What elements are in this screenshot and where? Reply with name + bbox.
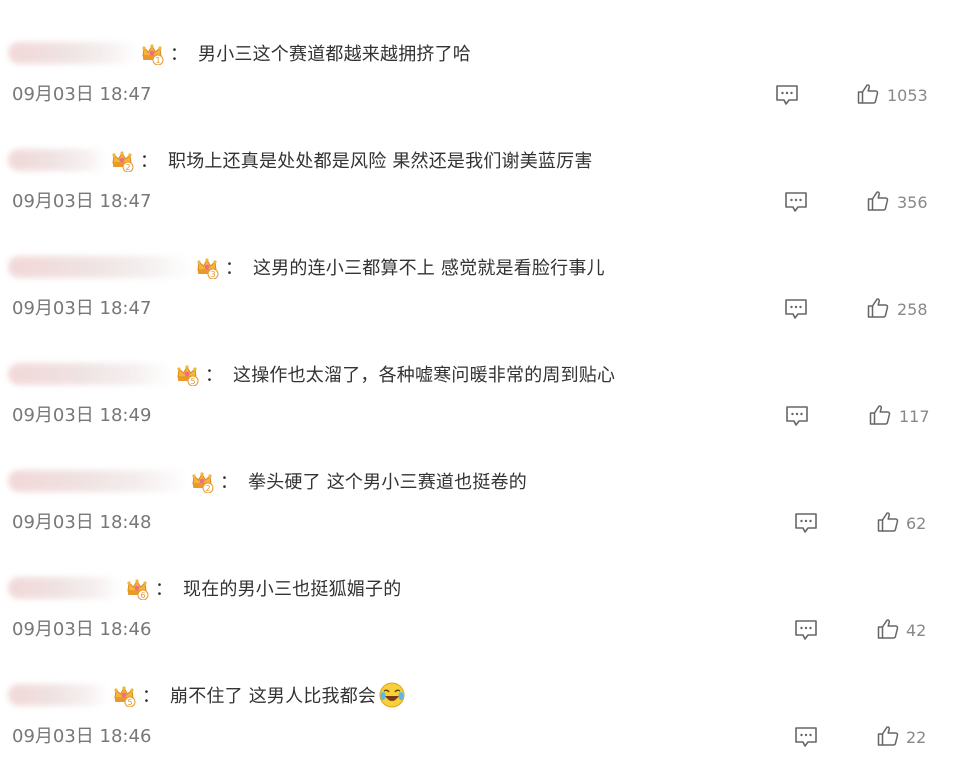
- comment-colon: ：: [220, 472, 238, 493]
- comment-time: 09月03日 18:47: [12, 191, 152, 212]
- svg-text:1: 1: [155, 56, 160, 65]
- comment-reply-icon[interactable]: [784, 403, 810, 429]
- comment-time: 09月03日 18:46: [12, 619, 152, 640]
- comment-text: 这男的连小三都算不上 感觉就是看脸行事儿: [253, 258, 605, 279]
- comment-text: 拳头硬了 这个男小三赛道也挺卷的: [248, 472, 527, 493]
- comment-time: 09月03日 18:48: [12, 512, 152, 533]
- comment-item: 1 ： 男小三这个赛道都越来越拥挤了哈 09月03日 18:47 1053: [0, 0, 960, 107]
- like-count: 1053: [887, 86, 928, 105]
- laughing-crying-emoji: [378, 681, 406, 709]
- comment-reply-icon[interactable]: [783, 296, 809, 322]
- svg-text:2: 2: [125, 163, 130, 172]
- username-blurred[interactable]: [8, 577, 123, 599]
- fan-crown-badge-icon: 2: [110, 148, 134, 172]
- username-blurred[interactable]: [8, 42, 138, 64]
- svg-text:5: 5: [190, 377, 195, 386]
- thumbs-up-icon[interactable]: [866, 296, 890, 320]
- fan-crown-badge-icon: 2: [190, 469, 214, 493]
- thumbs-up-icon[interactable]: [876, 724, 900, 748]
- comment-line: 2 ： 职场上还真是处处都是风险 果然还是我们谢美蓝厉害: [8, 147, 593, 173]
- comment-item: 5 ： 崩不住了 这男人比我都会 09月03日 18:46 22: [0, 642, 960, 749]
- comment-text: 职场上还真是处处都是风险 果然还是我们谢美蓝厉害: [168, 151, 593, 172]
- comment-colon: ：: [205, 365, 223, 386]
- comment-colon: ：: [225, 258, 243, 279]
- like-count: 22: [906, 728, 927, 747]
- svg-text:2: 2: [205, 484, 210, 493]
- comment-line: 1 ： 男小三这个赛道都越来越拥挤了哈: [8, 40, 471, 66]
- like-count: 42: [906, 621, 927, 640]
- comment-line: 2 ： 拳头硬了 这个男小三赛道也挺卷的: [8, 468, 527, 494]
- like-count: 356: [897, 193, 928, 212]
- comment-time: 09月03日 18:49: [12, 405, 152, 426]
- fan-crown-badge-icon: 6: [125, 576, 149, 600]
- comment-reply-icon[interactable]: [793, 510, 819, 536]
- fan-crown-badge-icon: 5: [112, 683, 136, 707]
- username-blurred[interactable]: [8, 149, 108, 171]
- username-blurred[interactable]: [8, 470, 188, 492]
- thumbs-up-icon[interactable]: [876, 510, 900, 534]
- thumbs-up-icon[interactable]: [876, 617, 900, 641]
- comment-item: 2 ： 拳头硬了 这个男小三赛道也挺卷的 09月03日 18:48 62: [0, 428, 960, 535]
- comment-item: 3 ： 这男的连小三都算不上 感觉就是看脸行事儿 09月03日 18:47 25…: [0, 214, 960, 321]
- comment-text: 这操作也太溜了，各种嘘寒问暖非常的周到贴心: [233, 365, 616, 386]
- like-count: 62: [906, 514, 927, 533]
- fan-crown-badge-icon: 3: [195, 255, 219, 279]
- comment-colon: ：: [142, 686, 160, 707]
- comment-colon: ：: [155, 579, 173, 600]
- svg-text:3: 3: [210, 270, 215, 279]
- comment-time: 09月03日 18:47: [12, 84, 152, 105]
- comment-time: 09月03日 18:47: [12, 298, 152, 319]
- comment-line: 5 ： 崩不住了 这男人比我都会: [8, 682, 406, 708]
- comment-item: 6 ： 现在的男小三也挺狐媚子的 09月03日 18:46 42: [0, 535, 960, 642]
- comment-item: 2 ： 职场上还真是处处都是风险 果然还是我们谢美蓝厉害 09月03日 18:4…: [0, 107, 960, 214]
- like-count: 258: [897, 300, 928, 319]
- comment-text: 男小三这个赛道都越来越拥挤了哈: [198, 44, 471, 65]
- username-blurred[interactable]: [8, 684, 110, 706]
- comment-line: 5 ： 这操作也太溜了，各种嘘寒问暖非常的周到贴心: [8, 361, 615, 387]
- comment-text: 现在的男小三也挺狐媚子的: [183, 579, 402, 600]
- thumbs-up-icon[interactable]: [856, 82, 880, 106]
- svg-text:6: 6: [140, 591, 145, 600]
- comment-line: 6 ： 现在的男小三也挺狐媚子的: [8, 575, 401, 601]
- svg-text:5: 5: [127, 698, 132, 707]
- fan-crown-badge-icon: 5: [175, 362, 199, 386]
- comment-text: 崩不住了 这男人比我都会: [170, 686, 377, 707]
- thumbs-up-icon[interactable]: [866, 189, 890, 213]
- username-blurred[interactable]: [8, 256, 193, 278]
- comment-reply-icon[interactable]: [774, 82, 800, 108]
- fan-crown-badge-icon: 1: [140, 41, 164, 65]
- like-count: 117: [899, 407, 930, 426]
- comment-reply-icon[interactable]: [793, 724, 819, 750]
- comment-reply-icon[interactable]: [783, 189, 809, 215]
- comment-line: 3 ： 这男的连小三都算不上 感觉就是看脸行事儿: [8, 254, 605, 280]
- comment-colon: ：: [170, 44, 188, 65]
- comment-time: 09月03日 18:46: [12, 726, 152, 747]
- username-blurred[interactable]: [8, 363, 173, 385]
- comment-reply-icon[interactable]: [793, 617, 819, 643]
- thumbs-up-icon[interactable]: [868, 403, 892, 427]
- comment-colon: ：: [140, 151, 158, 172]
- comment-item: 5 ： 这操作也太溜了，各种嘘寒问暖非常的周到贴心 09月03日 18:49 1…: [0, 321, 960, 428]
